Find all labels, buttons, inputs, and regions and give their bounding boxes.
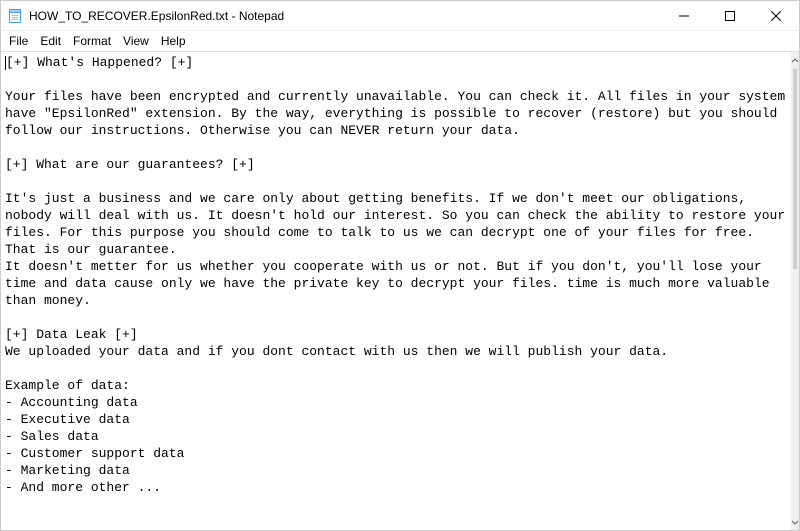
menu-help[interactable]: Help [155,33,192,49]
close-button[interactable] [753,1,799,30]
text-editor[interactable]: [+] What's Happened? [+] Your files have… [1,52,791,530]
menu-view[interactable]: View [117,33,155,49]
menu-format[interactable]: Format [67,33,117,49]
menu-file[interactable]: File [3,33,34,49]
window-title: HOW_TO_RECOVER.EpsilonRed.txt - Notepad [29,9,284,23]
scroll-up-arrow-icon[interactable] [791,52,799,69]
scroll-down-arrow-icon[interactable] [791,513,799,530]
menu-edit[interactable]: Edit [34,33,67,49]
minimize-button[interactable] [661,1,707,30]
titlebar: HOW_TO_RECOVER.EpsilonRed.txt - Notepad [1,1,799,31]
client-area: [+] What's Happened? [+] Your files have… [1,51,799,530]
scroll-track[interactable] [791,69,799,513]
document-text: [+] What's Happened? [+] Your files have… [5,55,791,495]
vertical-scrollbar[interactable] [791,52,799,530]
notepad-icon [7,8,23,24]
scroll-thumb[interactable] [793,69,797,269]
window-controls [661,1,799,30]
maximize-button[interactable] [707,1,753,30]
menubar: File Edit Format View Help [1,31,799,51]
